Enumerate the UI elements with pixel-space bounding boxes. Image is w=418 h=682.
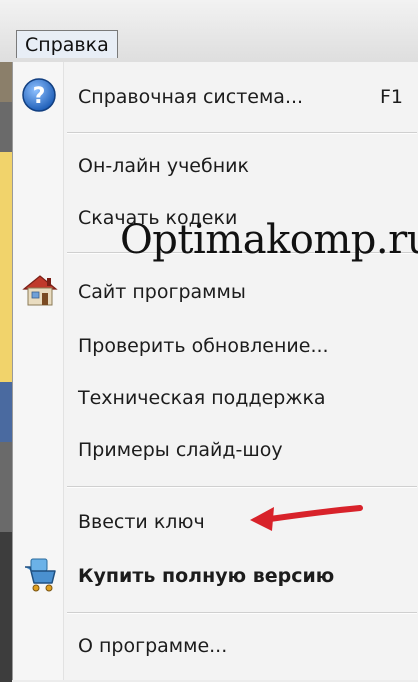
menu-item-shortcut: F1 <box>379 86 403 108</box>
house-icon <box>21 272 59 312</box>
menu-item-label: Купить полную версию <box>78 565 335 587</box>
menu-item-label: Справочная система... <box>78 86 304 108</box>
help-dropdown-menu: ? Справочная система... F1 Он-лайн учебн… <box>12 62 418 680</box>
menu-separator <box>67 612 417 614</box>
menu-item-about[interactable]: О программе... <box>13 624 417 668</box>
menu-item-label: Техническая поддержка <box>78 387 326 409</box>
menu-item-label: О программе... <box>78 635 228 657</box>
menu-item-help-system[interactable]: ? Справочная система... F1 <box>13 75 417 119</box>
menu-separator <box>67 486 417 488</box>
menu-item-label: Ввести ключ <box>78 511 205 533</box>
watermark-text: Optimakomp.ru <box>120 217 418 263</box>
red-arrow-icon <box>250 505 363 531</box>
menu-item-buy-full-version[interactable]: Купить полную версию <box>13 554 417 598</box>
menu-item-slideshow-examples[interactable]: Примеры слайд-шоу <box>13 428 417 472</box>
menu-item-tech-support[interactable]: Техническая поддержка <box>13 376 417 420</box>
help-question-icon: ? <box>21 77 57 117</box>
menu-item-label: Он-лайн учебник <box>78 155 249 177</box>
menu-item-online-tutorial[interactable]: Он-лайн учебник <box>13 144 417 188</box>
menubar: Справка <box>0 0 418 63</box>
menu-item-program-site[interactable]: Сайт программы <box>13 270 417 314</box>
menu-item-label: Примеры слайд-шоу <box>78 439 283 461</box>
menu-item-check-update[interactable]: Проверить обновление... <box>13 324 417 368</box>
menu-item-label: Проверить обновление... <box>78 335 329 357</box>
cart-icon <box>21 555 59 597</box>
menu-item-label: Сайт программы <box>78 281 246 303</box>
menu-separator <box>67 132 417 134</box>
svg-text:?: ? <box>33 84 46 109</box>
menu-help-title[interactable]: Справка <box>16 30 118 58</box>
background-app-strip <box>0 62 12 682</box>
